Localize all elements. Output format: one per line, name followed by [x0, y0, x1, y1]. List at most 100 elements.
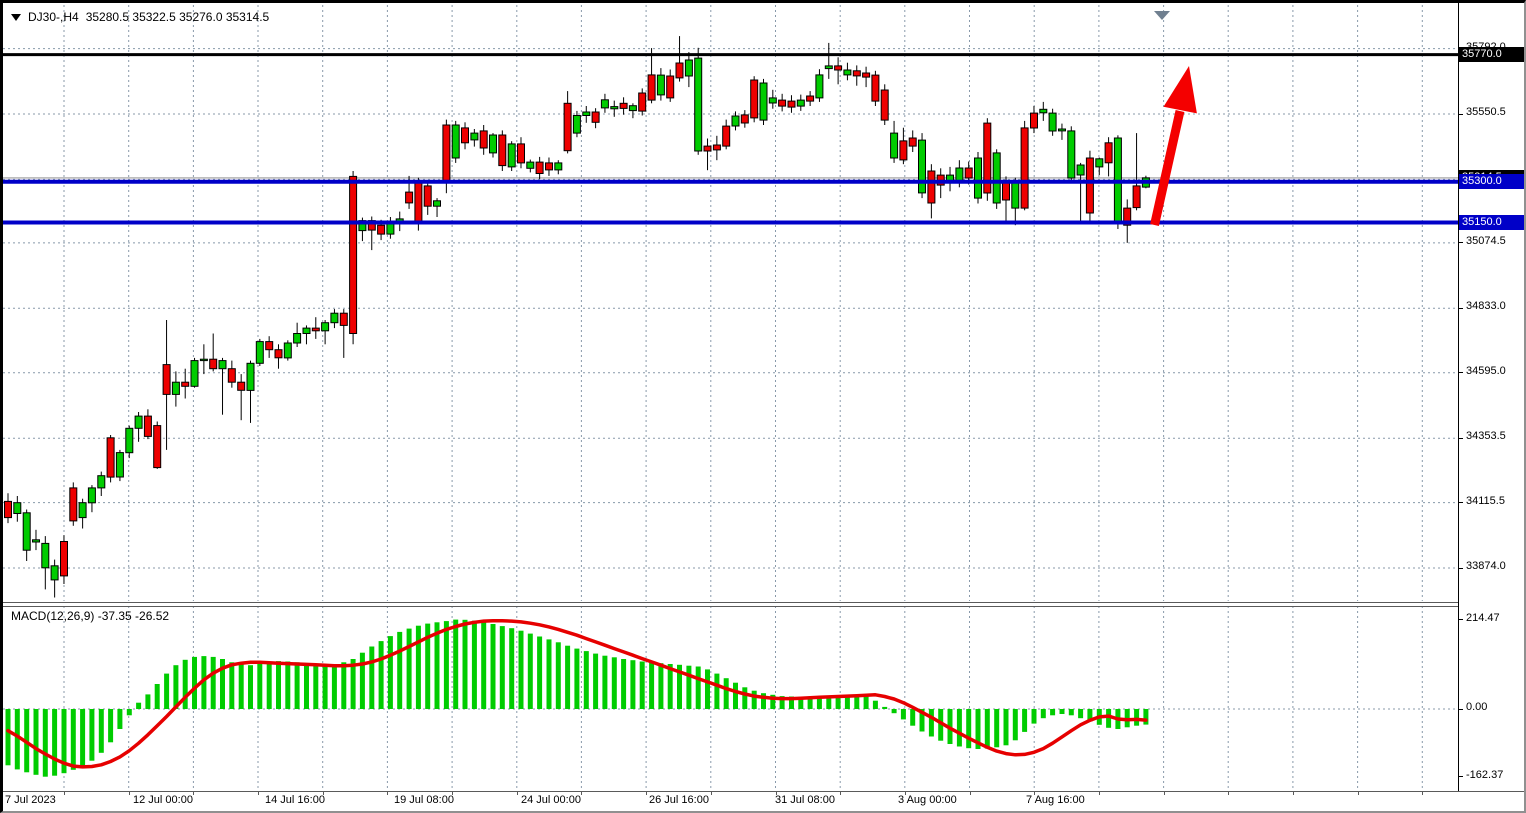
price-tick-mark [1458, 242, 1463, 243]
macd-histogram-bar [724, 678, 729, 709]
candle-body [98, 476, 105, 488]
candle-body [126, 428, 133, 452]
candle-body [956, 168, 963, 181]
macd-histogram-bar [1143, 709, 1148, 725]
macd-panel[interactable] [3, 604, 1458, 791]
time-tick-mark [711, 791, 712, 795]
macd-histogram-bar [1050, 709, 1055, 715]
candle-body [490, 135, 497, 153]
time-tick-mark [1228, 791, 1229, 795]
candle-body [406, 192, 413, 203]
price-tick-label: 35074.5 [1466, 235, 1506, 247]
price-chart[interactable] [3, 3, 1458, 602]
price-badge: 35300.0 [1459, 174, 1524, 189]
time-tick-mark [1164, 791, 1165, 795]
candle-body [676, 63, 683, 78]
candle-body [975, 158, 982, 198]
macd-histogram-bar [882, 707, 887, 709]
macd-histogram-bar [295, 662, 300, 709]
macd-histogram-bar [388, 636, 393, 709]
macd-histogram-bar [173, 665, 178, 709]
macd-histogram-bar [407, 629, 412, 709]
candle-body [443, 125, 450, 181]
macd-tick-label: 214.47 [1466, 612, 1500, 624]
candle-body [1086, 158, 1093, 213]
candle-body [555, 163, 562, 170]
candle-body [144, 416, 151, 436]
candle-body [79, 503, 86, 518]
candle-body [872, 75, 879, 101]
macd-histogram-bar [584, 651, 589, 709]
panel-splitter[interactable] [3, 602, 1459, 603]
candle-body [881, 90, 888, 120]
macd-tick-label: -162.37 [1466, 769, 1503, 781]
time-axis[interactable]: 7 Jul 202312 Jul 00:0014 Jul 16:0019 Jul… [3, 793, 1458, 813]
symbol-period-label: DJ30-,H4 [28, 10, 79, 24]
candle-body [499, 135, 506, 166]
trend-arrow-annotation[interactable] [1155, 66, 1197, 225]
time-tick-mark [646, 791, 647, 795]
macd-histogram-bar [752, 691, 757, 709]
macd-histogram-bar [304, 663, 309, 709]
candle-body [256, 342, 263, 364]
candle-body [527, 162, 534, 168]
candle-body [657, 75, 664, 95]
candle-body [238, 382, 245, 390]
candle-body [891, 133, 898, 158]
macd-histogram-bar [630, 660, 635, 709]
candle-body [760, 83, 767, 120]
candle-body [434, 201, 441, 206]
price-tick-mark [1458, 308, 1463, 309]
candle-body [825, 66, 832, 69]
candle-body [275, 350, 282, 358]
price-tick-mark [1458, 114, 1463, 115]
candle-body [1031, 113, 1038, 128]
symbol-dropdown-icon[interactable] [11, 14, 21, 21]
candle-body [116, 453, 123, 477]
macd-histogram-bar [89, 709, 94, 761]
chart-shift-marker-icon[interactable] [1154, 11, 1170, 20]
macd-histogram-bar [528, 634, 533, 709]
candle-body [536, 162, 543, 173]
macd-histogram-bar [360, 653, 365, 709]
candle-body [172, 382, 179, 394]
macd-tick-mark [1458, 776, 1463, 777]
price-axis[interactable]: 35792.035550.535074.534833.034595.034353… [1459, 3, 1525, 791]
macd-histogram-bar [1022, 709, 1027, 732]
candle-body [993, 153, 1000, 203]
macd-histogram-bar [239, 664, 244, 709]
macd-histogram-bar [323, 665, 328, 709]
chart-title: DJ30-,H4 35280.5 35322.5 35276.0 35314.5 [11, 10, 269, 24]
time-tick-label: 12 Jul 00:00 [133, 794, 193, 806]
candle-body [909, 138, 916, 146]
candle-body [107, 438, 114, 477]
candle-body [88, 488, 95, 503]
candle-body [788, 101, 795, 107]
candle-body [564, 103, 571, 150]
price-tick-mark [1458, 372, 1463, 373]
candle-body [723, 126, 730, 146]
candle-body [471, 133, 478, 140]
macd-histogram-bar [136, 703, 141, 709]
macd-histogram-bar [612, 657, 617, 709]
price-tick-label: 34353.5 [1466, 430, 1506, 442]
time-tick-label: 31 Jul 08:00 [775, 794, 835, 806]
macd-histogram-bar [985, 709, 990, 749]
candle-body [965, 168, 972, 178]
candle-body [350, 176, 357, 333]
macd-histogram-bar [155, 684, 160, 709]
candle-body [695, 58, 702, 151]
macd-histogram-bar [164, 674, 169, 709]
candle-body [247, 363, 254, 390]
candle-body [741, 115, 748, 123]
macd-histogram-bar [491, 624, 496, 709]
macd-histogram-bar [509, 628, 514, 709]
macd-histogram-bar [957, 709, 962, 747]
macd-histogram-bar [52, 709, 57, 776]
panel-splitter[interactable] [3, 606, 1459, 607]
macd-histogram-bar [108, 709, 113, 742]
candle-body [378, 225, 385, 234]
candle-body [5, 501, 12, 517]
candle-body [900, 141, 907, 160]
macd-histogram-bar [574, 649, 579, 709]
